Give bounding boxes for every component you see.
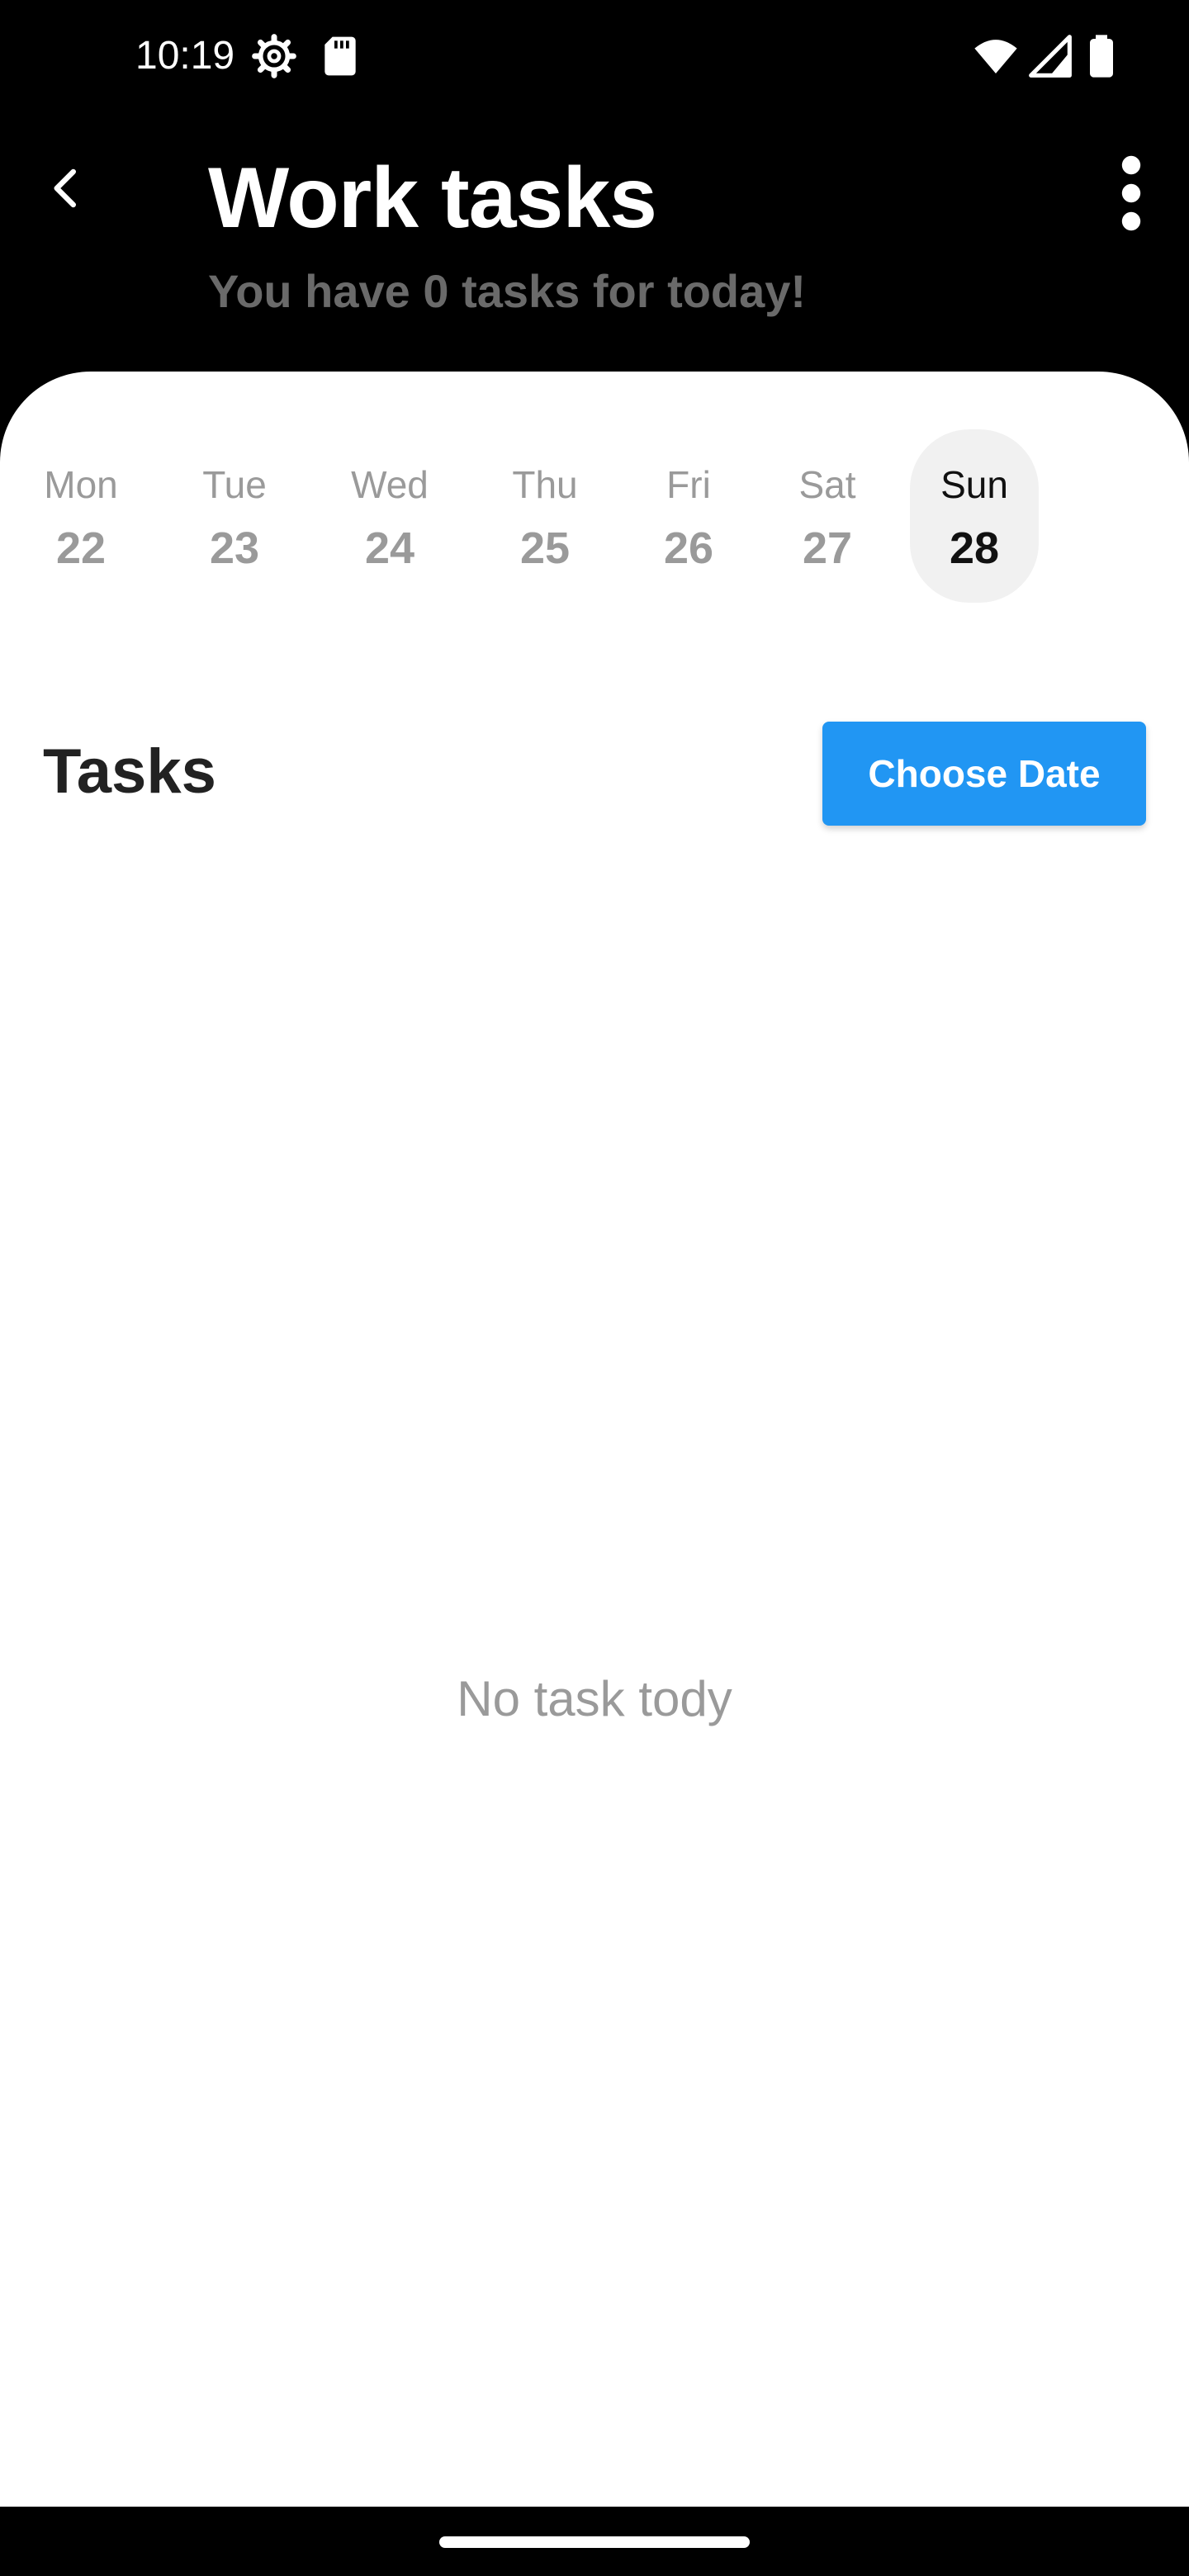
day-number: 24 — [364, 523, 415, 573]
day-name: Sun — [940, 463, 1008, 506]
more-vertical-icon — [1121, 155, 1141, 231]
wifi-icon — [974, 40, 1017, 73]
more-options-button[interactable] — [1095, 154, 1168, 233]
day-sun-selected[interactable]: Sun 28 — [910, 429, 1039, 603]
day-mon[interactable]: Mon 22 — [17, 429, 145, 603]
battery-icon — [1090, 35, 1113, 78]
sd-card-icon — [324, 36, 356, 76]
navigation-bar — [0, 2507, 1189, 2576]
day-name: Thu — [512, 463, 578, 506]
page-title: Work tasks — [208, 150, 657, 246]
day-sat[interactable]: Sat 27 — [763, 429, 892, 603]
back-button[interactable] — [30, 152, 102, 225]
day-tue[interactable]: Tue 23 — [170, 429, 299, 603]
gear-icon — [252, 34, 296, 78]
day-name: Sat — [798, 463, 856, 506]
day-number: 23 — [209, 523, 260, 573]
day-name: Wed — [351, 463, 429, 506]
page-subtitle: You have 0 tasks for today! — [208, 265, 807, 317]
day-wed[interactable]: Wed 24 — [325, 429, 454, 603]
day-name: Mon — [44, 463, 118, 506]
day-number: 26 — [663, 523, 714, 573]
day-number: 25 — [519, 523, 571, 573]
status-bar: 10:19 — [0, 0, 1189, 116]
app-header: Work tasks You have 0 tasks for today! — [0, 116, 1189, 372]
tasks-heading: Tasks — [43, 736, 216, 807]
week-day-selector: Mon 22 Tue 23 Wed 24 Thu 25 Fri 26 Sat 2… — [0, 429, 1189, 603]
choose-date-button[interactable]: Choose Date — [822, 722, 1146, 826]
home-indicator[interactable] — [439, 2536, 750, 2548]
day-name: Tue — [202, 463, 267, 506]
content-sheet: Mon 22 Tue 23 Wed 24 Thu 25 Fri 26 Sat 2… — [0, 372, 1189, 2507]
status-time: 10:19 — [135, 34, 235, 78]
day-fri[interactable]: Fri 26 — [624, 429, 753, 603]
day-thu[interactable]: Thu 25 — [481, 429, 609, 603]
signal-icon — [1029, 35, 1072, 78]
day-number: 22 — [55, 523, 107, 573]
day-number: 28 — [949, 523, 1000, 573]
chevron-left-icon — [54, 168, 76, 208]
day-number: 27 — [802, 523, 853, 573]
day-name: Fri — [666, 463, 711, 506]
empty-tasks-message: No task tody — [457, 1671, 732, 1726]
